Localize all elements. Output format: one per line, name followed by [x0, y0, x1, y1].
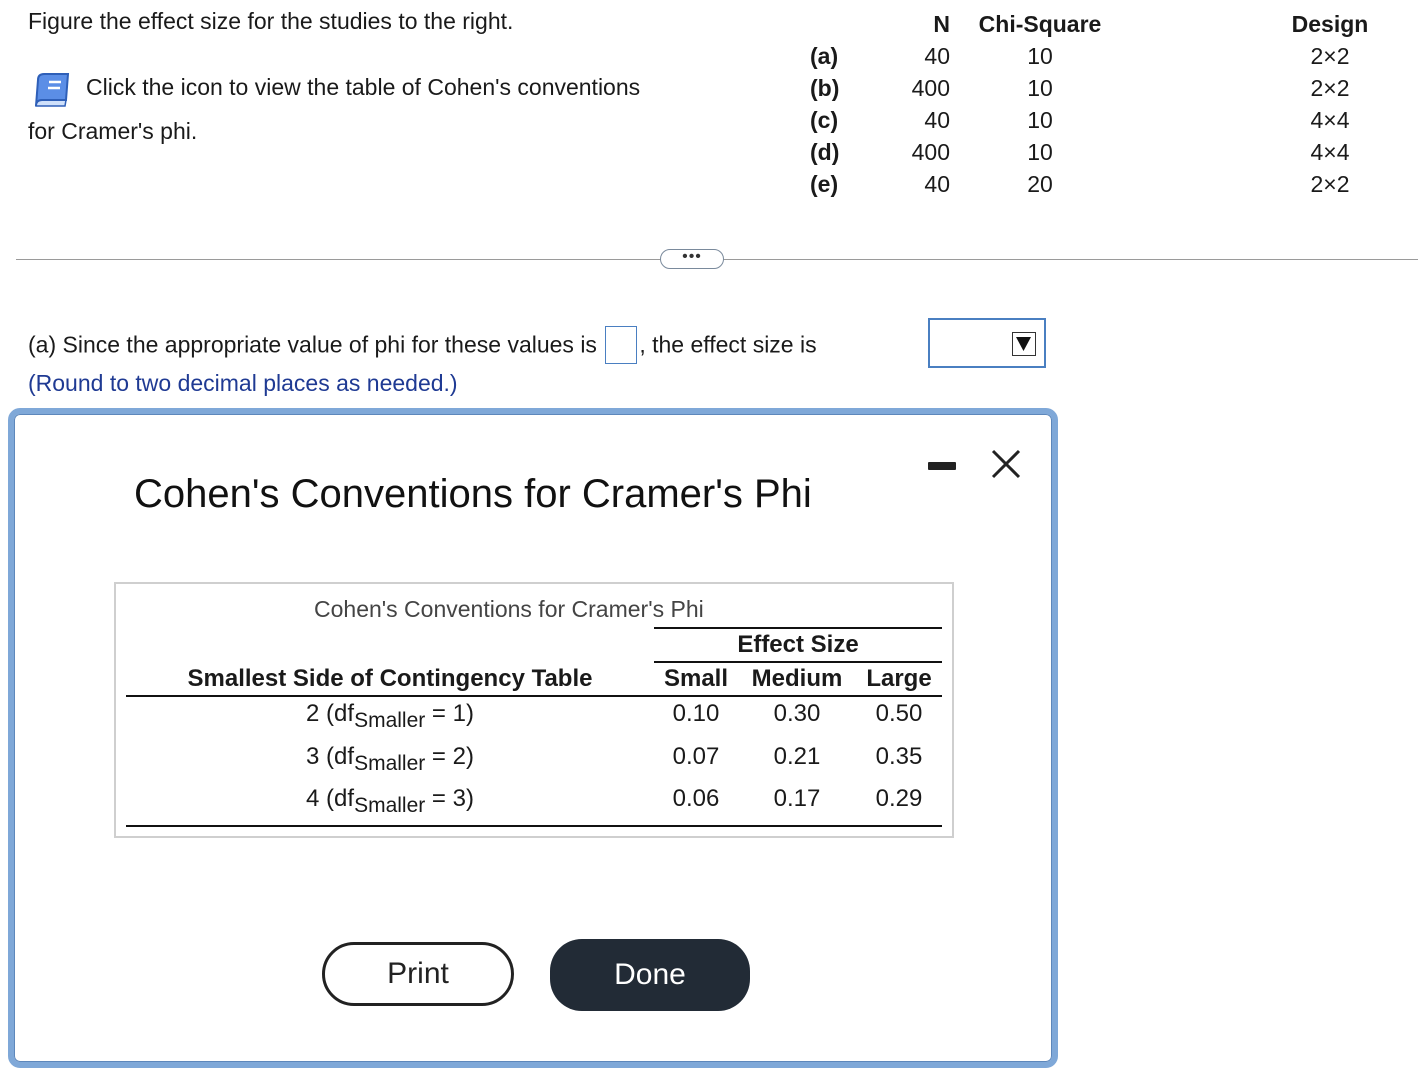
study-design: 2×2	[1310, 43, 1350, 69]
question-text-before: (a) Since the appropriate value of phi f…	[28, 331, 597, 358]
table-caption: Cohen's Conventions for Cramer's Phi	[314, 596, 704, 622]
study-n: 400	[911, 75, 950, 101]
table-cell: 0.06	[672, 785, 720, 812]
table-cell: 0.17	[773, 785, 821, 812]
table-cell: 0.29	[875, 785, 923, 812]
study-chi-square: 10	[1027, 43, 1053, 69]
study-chi-square: 10	[1027, 139, 1053, 165]
study-n: 40	[924, 107, 950, 133]
header-label	[800, 8, 890, 40]
studies-header-row: N Chi-Square Design	[800, 8, 1390, 40]
study-row: (b) 400 10 2×2	[800, 72, 1390, 104]
header-design: Design	[1291, 11, 1369, 37]
table-rule-header	[126, 695, 942, 697]
table-cell: 0.10	[672, 700, 720, 727]
table-cell: 0.21	[773, 743, 821, 770]
book-icon[interactable]	[32, 70, 72, 110]
close-icon[interactable]	[988, 446, 1024, 482]
table-cell: 0.35	[875, 743, 923, 770]
question-part-a: (a) Since the appropriate value of phi f…	[28, 326, 817, 364]
study-design: 2×2	[1310, 171, 1350, 197]
help-text-line1: Click the icon to view the table of Cohe…	[86, 74, 641, 100]
column-large: Large	[866, 665, 932, 692]
study-design: 4×4	[1310, 139, 1350, 165]
minimize-icon[interactable]	[928, 462, 956, 470]
table-cell: 0.30	[773, 700, 821, 727]
table-row-side: 2 (dfSmaller = 1)	[306, 700, 474, 732]
instruction-text: Figure the effect size for the studies t…	[28, 8, 514, 34]
column-small: Small	[663, 665, 729, 692]
table-cell: 0.07	[672, 743, 720, 770]
study-label: (b)	[810, 75, 840, 101]
study-row: (d) 400 10 4×4	[800, 136, 1390, 168]
table-rule-group	[654, 661, 942, 663]
question-text-middle: , the effect size is	[639, 331, 817, 358]
study-label: (a)	[810, 43, 839, 69]
effect-size-dropdown[interactable]	[928, 318, 1046, 368]
rounding-note: (Round to two decimal places as needed.)	[28, 370, 458, 396]
study-row: (e) 40 20 2×2	[800, 168, 1390, 200]
row-header: Smallest Side of Contingency Table	[187, 665, 593, 692]
header-chi-square: Chi-Square	[978, 11, 1102, 37]
done-button[interactable]: Done	[550, 939, 750, 1011]
study-chi-square: 20	[1027, 171, 1053, 197]
study-label: (e)	[810, 171, 839, 197]
table-row-side: 4 (dfSmaller = 3)	[306, 785, 474, 817]
study-label: (c)	[810, 107, 839, 133]
effect-size-header: Effect Size	[737, 631, 859, 658]
more-button[interactable]: •••	[660, 249, 724, 269]
help-text-line2: for Cramer's phi.	[28, 118, 198, 144]
study-design: 4×4	[1310, 107, 1350, 133]
print-button[interactable]: Print	[322, 942, 514, 1006]
column-medium: Medium	[751, 665, 843, 692]
study-label: (d)	[810, 139, 840, 165]
studies-table: N Chi-Square Design (a) 40 10 2×2 (b) 40…	[800, 8, 1390, 200]
dialog-title: Cohen's Conventions for Cramer's Phi	[134, 472, 812, 516]
study-n: 40	[924, 43, 950, 69]
study-n: 400	[911, 139, 950, 165]
table-row-side: 3 (dfSmaller = 2)	[306, 743, 474, 775]
study-row: (c) 40 10 4×4	[800, 104, 1390, 136]
header-n: N	[933, 11, 950, 37]
phi-answer-input[interactable]	[605, 326, 638, 364]
table-rule-top	[654, 627, 942, 629]
study-n: 40	[924, 171, 950, 197]
dropdown-arrow-icon[interactable]	[1012, 332, 1036, 356]
table-cell: 0.50	[875, 700, 923, 727]
study-design: 2×2	[1310, 75, 1350, 101]
study-chi-square: 10	[1027, 107, 1053, 133]
table-rule-bottom	[126, 825, 942, 827]
study-row: (a) 40 10 2×2	[800, 40, 1390, 72]
study-chi-square: 10	[1027, 75, 1053, 101]
